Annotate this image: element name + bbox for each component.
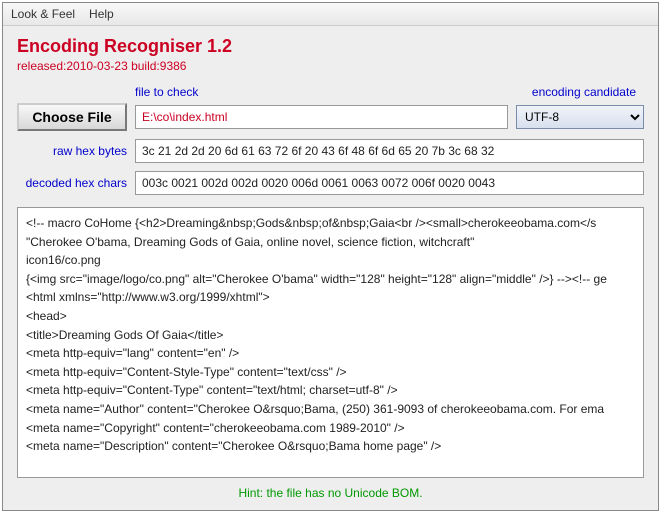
preview-line: <html xmlns="http://www.w3.org/1999/xhtm… xyxy=(26,288,644,307)
preview-line: <title>Dreaming Gods Of Gaia</title> xyxy=(26,326,644,345)
content-area: Encoding Recogniser 1.2 released:2010-03… xyxy=(3,26,658,510)
preview-content: <!-- macro CoHome {<h2>Dreaming&nbsp;God… xyxy=(18,208,644,462)
file-row: Choose File UTF-8 xyxy=(17,103,644,131)
preview-line: "Cherokee O'bama, Dreaming Gods of Gaia,… xyxy=(26,233,644,252)
preview-line: <meta name="Description" content="Cherok… xyxy=(26,437,644,456)
column-headers: file to check encoding candidate xyxy=(17,85,644,99)
preview-line: <meta http-equiv="Content-Style-Type" co… xyxy=(26,363,644,382)
menu-help[interactable]: Help xyxy=(89,7,114,21)
preview-line: <meta http-equiv="lang" content="en" /> xyxy=(26,344,644,363)
raw-hex-input[interactable] xyxy=(135,139,644,163)
encoding-select[interactable]: UTF-8 xyxy=(516,105,644,129)
menubar: Look & Feel Help xyxy=(3,3,658,26)
preview-textarea[interactable]: <!-- macro CoHome {<h2>Dreaming&nbsp;God… xyxy=(17,207,644,478)
preview-line: <meta name="Author" content="Cherokee O&… xyxy=(26,400,644,419)
app-window: Look & Feel Help Encoding Recogniser 1.2… xyxy=(2,2,659,511)
preview-line: <meta name="Copyright" content="cherokee… xyxy=(26,419,644,438)
label-decoded-hex: decoded hex chars xyxy=(17,176,127,190)
label-file-to-check: file to check xyxy=(135,85,198,99)
decoded-hex-row: decoded hex chars xyxy=(17,171,644,195)
app-title: Encoding Recogniser 1.2 xyxy=(17,36,644,57)
preview-line: icon16/co.png xyxy=(26,251,644,270)
menu-look-feel[interactable]: Look & Feel xyxy=(11,7,75,21)
preview-line: <!-- macro CoHome {<h2>Dreaming&nbsp;God… xyxy=(26,214,644,233)
preview-line: <meta http-equiv="Content-Type" content=… xyxy=(26,381,644,400)
label-encoding-candidate: encoding candidate xyxy=(532,85,644,99)
preview-line: <head> xyxy=(26,307,644,326)
raw-hex-row: raw hex bytes xyxy=(17,139,644,163)
choose-file-button[interactable]: Choose File xyxy=(17,103,127,131)
app-subtitle: released:2010-03-23 build:9386 xyxy=(17,59,644,73)
preview-line: {<img src="image/logo/co.png" alt="Chero… xyxy=(26,270,644,289)
hint-text: Hint: the file has no Unicode BOM. xyxy=(17,478,644,504)
file-path-input[interactable] xyxy=(135,105,508,129)
decoded-hex-input[interactable] xyxy=(135,171,644,195)
label-raw-hex: raw hex bytes xyxy=(17,144,127,158)
